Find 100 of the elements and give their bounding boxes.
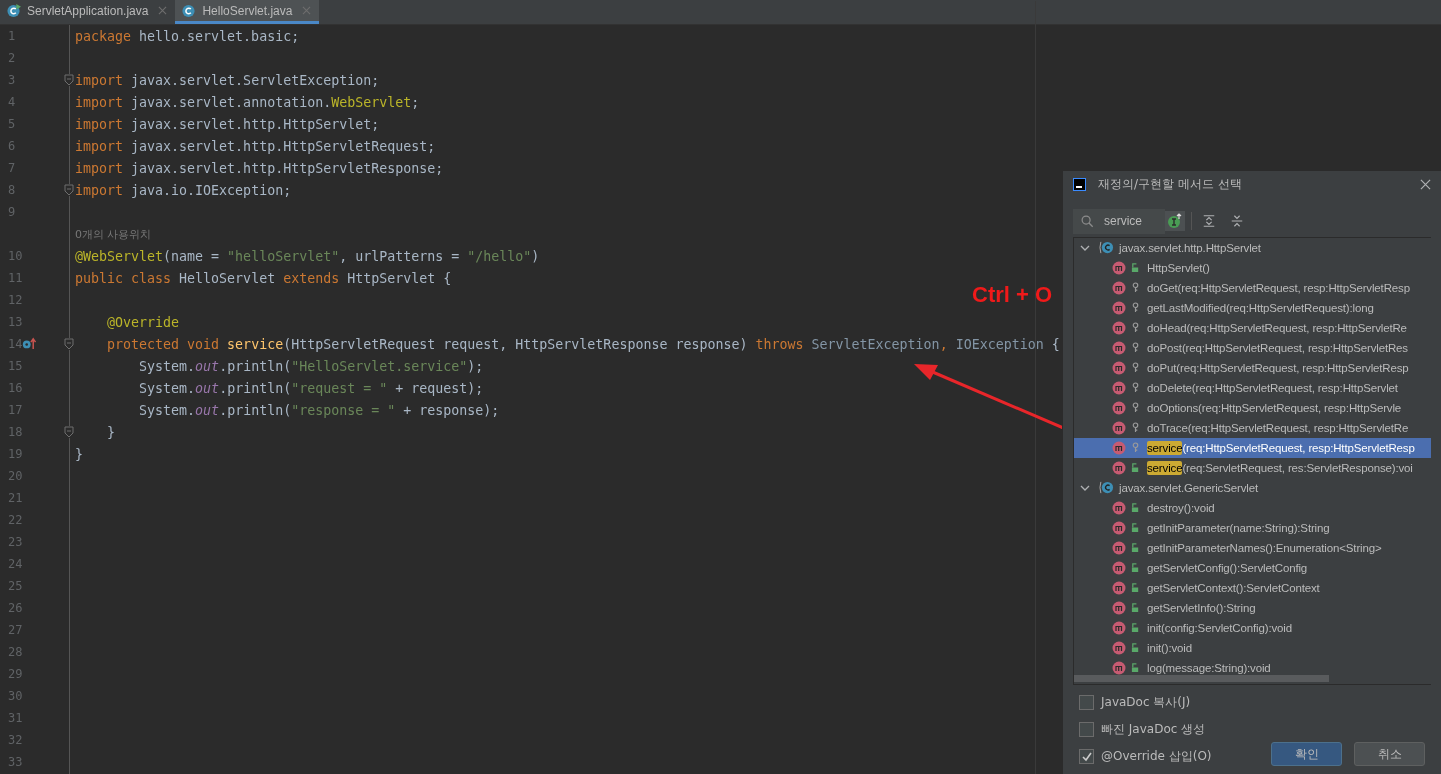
method-item[interactable]: getInitParameterNames():Enumeration<String> — [1074, 537, 1431, 558]
code-line: System.out.println("response = " + response); — [138, 402, 500, 418]
line-number: 2 — [8, 51, 16, 65]
code-line: import javax.servlet.http.HttpServletResponse; — [75, 160, 444, 176]
search-field[interactable]: service — [1073, 208, 1165, 234]
fold-icon[interactable] — [64, 184, 74, 196]
line-number: 9 — [8, 205, 16, 219]
fold-icon[interactable] — [64, 338, 74, 350]
method-item[interactable]: service(req:ServletRequest, res:ServletResponse):voi — [1074, 457, 1431, 478]
code-line: import javax.servlet.ServletException; — [75, 72, 380, 88]
method-icon — [1112, 320, 1126, 335]
method-icon — [1112, 660, 1126, 675]
method-item[interactable]: getLastModified(req:HttpServletRequest):long — [1074, 297, 1431, 318]
checkbox-label[interactable]: @Override 삽입(O) — [1101, 748, 1212, 765]
line-number: 31 — [8, 711, 23, 725]
method-item[interactable]: getServletInfo():String — [1074, 597, 1431, 618]
tree-group[interactable]: javax.servlet.http.HttpServlet — [1074, 237, 1431, 258]
checkbox[interactable] — [1079, 722, 1094, 737]
method-item[interactable]: init(config:ServletConfig):void — [1074, 617, 1431, 638]
line-number: 20 — [8, 469, 23, 483]
scrollbar[interactable] — [1074, 675, 1329, 682]
method-icon — [1112, 400, 1126, 415]
fold-icon[interactable] — [64, 426, 74, 438]
code-line: import javax.servlet.http.HttpServletRequest; — [75, 138, 436, 154]
checkbox-label[interactable]: JavaDoc 복사(J) — [1101, 694, 1191, 711]
code-line: } — [75, 446, 83, 462]
line-number: 25 — [8, 579, 23, 593]
line-number: 16 — [8, 381, 23, 395]
method-item[interactable]: HttpServlet() — [1074, 257, 1431, 278]
method-item[interactable]: getInitParameter(name:String):String — [1074, 517, 1431, 538]
method-item[interactable]: log(message:String):void — [1074, 657, 1431, 678]
method-icon — [1112, 280, 1126, 295]
class-icon — [181, 3, 197, 18]
method-item[interactable]: service(req:HttpServletRequest, resp:HttpServletResp — [1074, 437, 1431, 458]
method-item[interactable]: getServletConfig():ServletConfig — [1074, 557, 1431, 578]
close-icon[interactable] — [1420, 178, 1431, 190]
method-item[interactable]: destroy():void — [1074, 497, 1431, 518]
line-number: 19 — [8, 447, 23, 461]
app-logo-icon — [1073, 177, 1086, 191]
line-number: 24 — [8, 557, 23, 571]
line-number: 29 — [8, 667, 23, 681]
method-item[interactable]: getServletContext():ServletContext — [1074, 577, 1431, 598]
method-item[interactable]: doPut(req:HttpServletRequest, resp:HttpServletResp — [1074, 357, 1431, 378]
line-number: 6 — [8, 139, 16, 153]
method-icon — [1112, 440, 1126, 455]
code-line: package hello.servlet.basic; — [75, 28, 300, 44]
dialog-button[interactable]: 확인 — [1271, 742, 1342, 766]
code-line: System.out.println("HelloServlet.service"); — [138, 358, 484, 374]
interface-toggle-icon[interactable] — [1165, 211, 1185, 232]
method-icon — [1112, 520, 1126, 535]
override-icon[interactable] — [22, 337, 37, 350]
fold-icon[interactable] — [64, 74, 74, 86]
line-number: 28 — [8, 645, 23, 659]
expand-all-icon[interactable] — [1202, 214, 1216, 229]
code-line: System.out.println("request = " + request); — [138, 380, 484, 396]
line-number: 10 — [8, 249, 23, 263]
method-item[interactable]: doHead(req:HttpServletRequest, resp:HttpServletRe — [1074, 317, 1431, 338]
line-number: 18 — [8, 425, 23, 439]
code-line: protected void service(HttpServletRequest request, HttpServletResponse response) throws ServletException, IOException { — [106, 336, 1060, 352]
checkbox-label[interactable]: 빠진 JavaDoc 생성 — [1101, 721, 1206, 738]
method-icon — [1112, 640, 1126, 655]
collapse-all-icon[interactable] — [1230, 214, 1244, 229]
line-number: 32 — [8, 733, 23, 747]
line-number: 13 — [8, 315, 23, 329]
checkbox[interactable] — [1079, 749, 1094, 764]
line-number: 26 — [8, 601, 23, 615]
line-number: 1 — [8, 29, 16, 43]
method-icon — [1112, 300, 1126, 315]
code-line: @WebServlet(name = "helloServlet", urlPatterns = "/hello") — [75, 248, 540, 264]
code-line: import javax.servlet.annotation.WebServlet; — [75, 94, 420, 110]
file-tab[interactable]: ServletApplication.java — [0, 0, 176, 24]
method-icon — [1112, 360, 1126, 375]
tree-group[interactable]: javax.servlet.GenericServlet — [1074, 477, 1431, 498]
method-item[interactable]: doDelete(req:HttpServletRequest, resp:HttpServlet — [1074, 377, 1431, 398]
code-line: public class HelloServlet extends HttpServlet { — [75, 270, 452, 286]
method-icon — [1112, 540, 1126, 555]
method-item[interactable]: doOptions(req:HttpServletRequest, resp:HttpServle — [1074, 397, 1431, 418]
method-item[interactable]: init():void — [1074, 637, 1431, 658]
line-number: 11 — [8, 271, 23, 285]
line-number: 30 — [8, 689, 23, 703]
close-icon[interactable] — [158, 6, 168, 15]
method-item[interactable]: doGet(req:HttpServletRequest, resp:HttpServletResp — [1074, 277, 1431, 298]
class-icon — [1098, 240, 1115, 256]
method-icon — [1112, 420, 1126, 435]
method-icon — [1112, 600, 1126, 615]
line-number: 33 — [8, 755, 23, 769]
method-icon — [1112, 340, 1126, 355]
code-line: import javax.servlet.http.HttpServlet; — [75, 116, 380, 132]
class-icon — [1098, 480, 1115, 496]
line-number: 4 — [8, 95, 16, 109]
search-icon — [1081, 214, 1094, 228]
line-number: 8 — [8, 183, 16, 197]
method-item[interactable]: doTrace(req:HttpServletRequest, resp:HttpServletRe — [1074, 417, 1431, 438]
file-tab[interactable]: HelloServlet.java — [175, 0, 320, 24]
dialog-button[interactable]: 취소 — [1354, 742, 1425, 766]
usage-hint[interactable]: 0개의 사용위치 — [75, 226, 152, 242]
checkbox[interactable] — [1079, 695, 1094, 710]
line-number: 3 — [8, 73, 16, 87]
method-item[interactable]: doPost(req:HttpServletRequest, resp:HttpServletRes — [1074, 337, 1431, 358]
code-line: import java.io.IOException; — [75, 182, 292, 198]
